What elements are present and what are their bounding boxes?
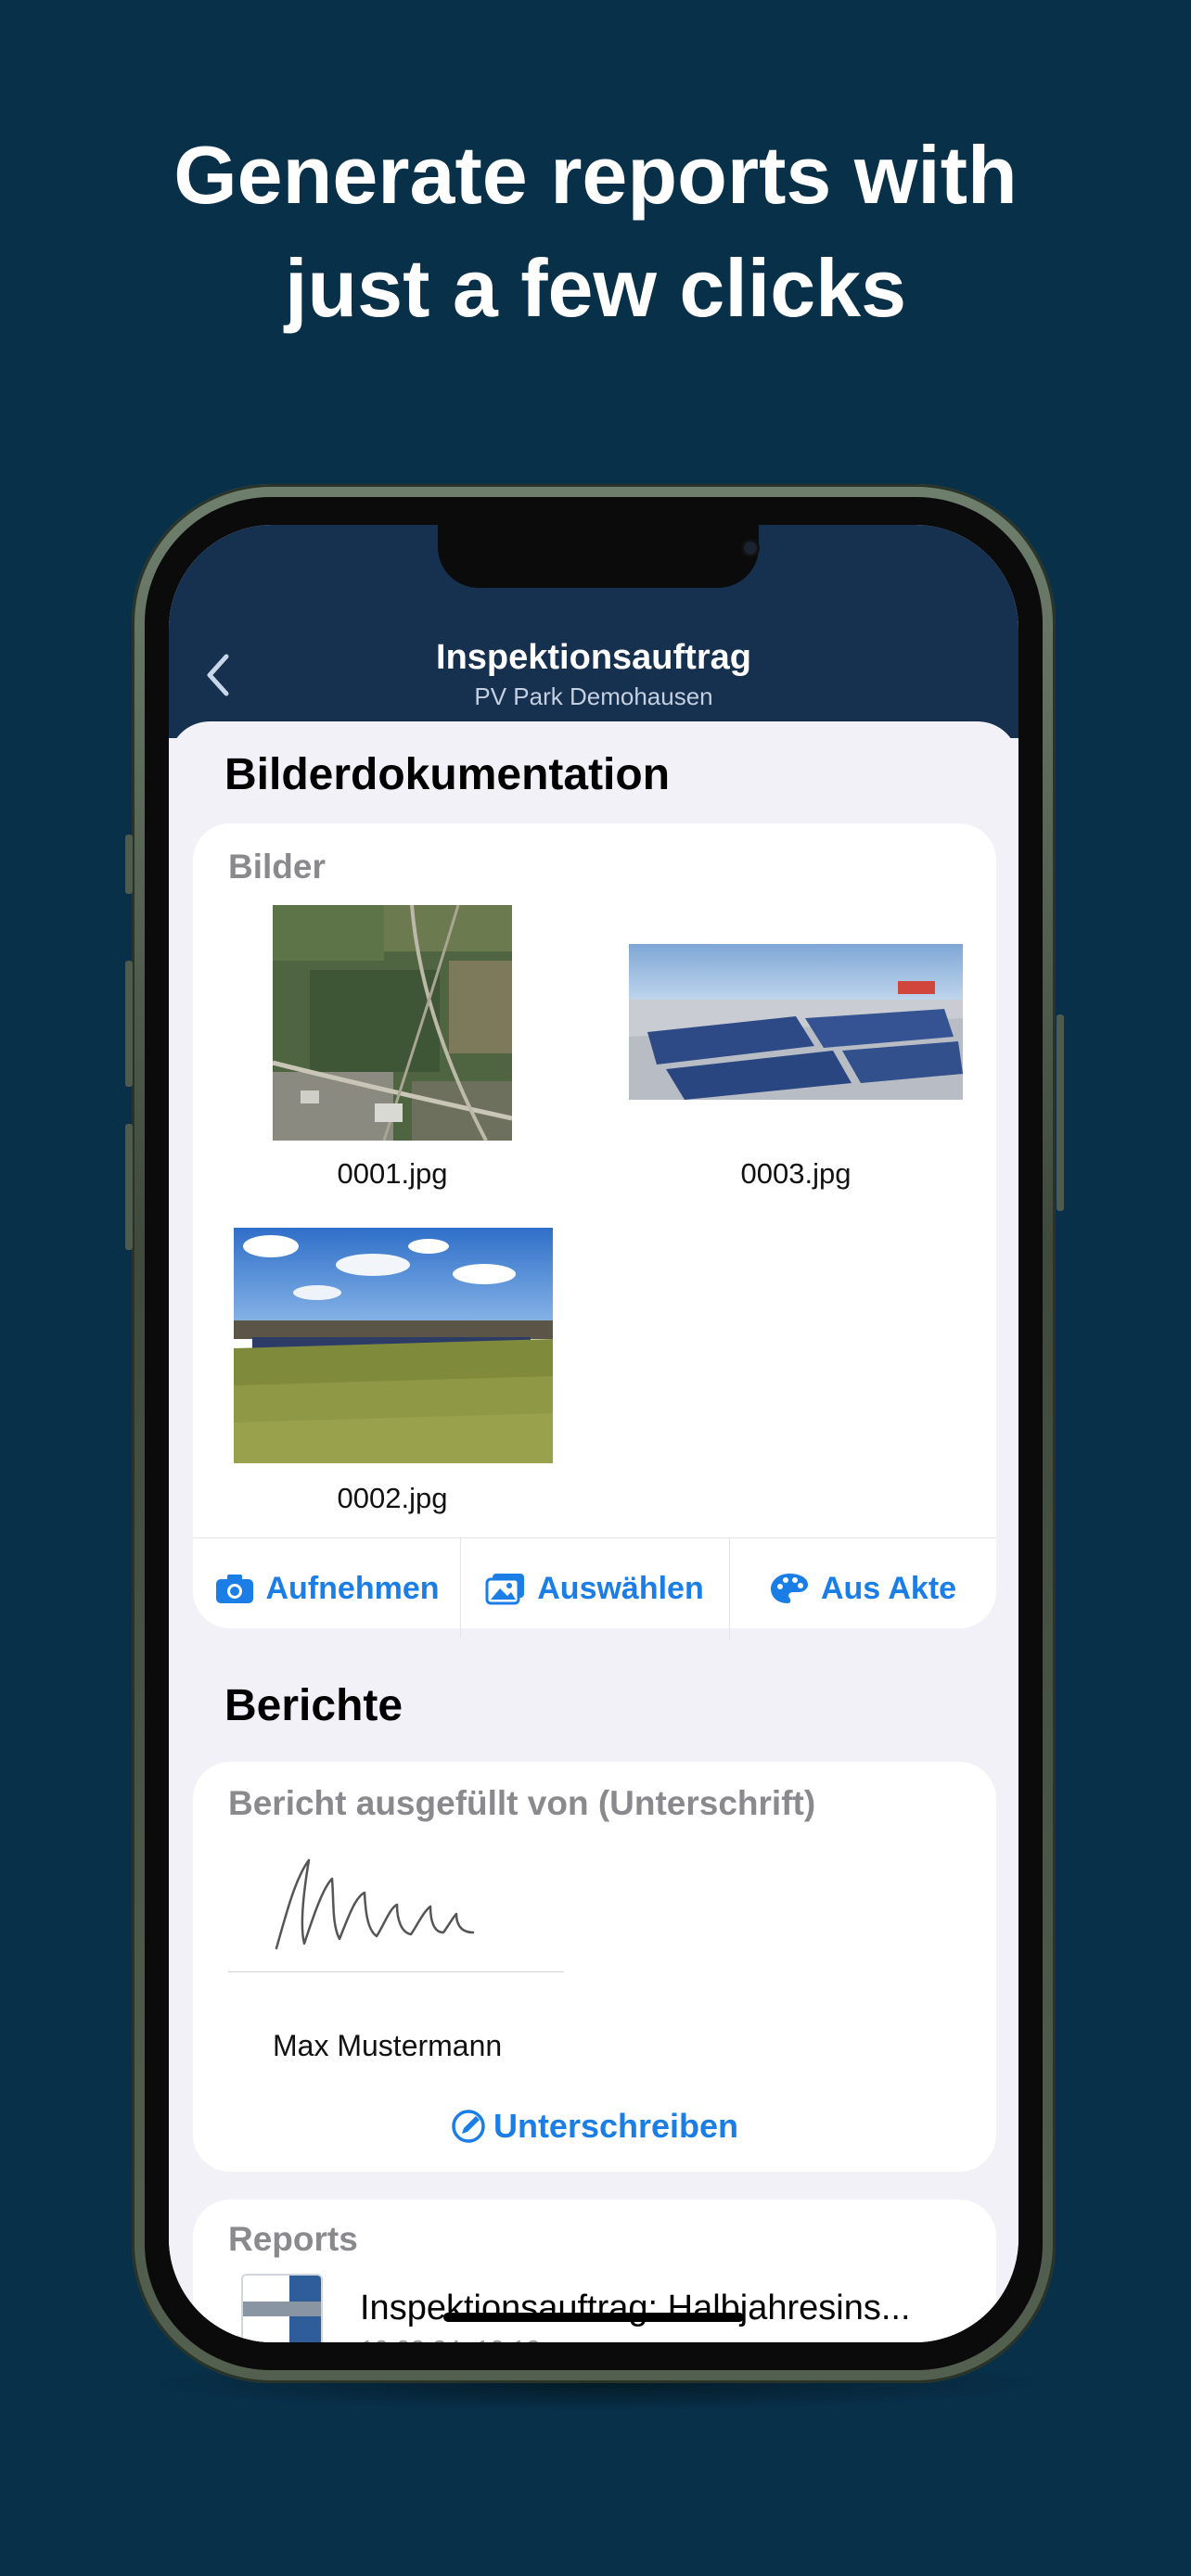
image-thumbnail-0003[interactable] bbox=[629, 944, 963, 1100]
nav-title: Inspektionsauftrag bbox=[436, 638, 751, 677]
from-file-button[interactable]: Aus Akte bbox=[729, 1538, 996, 1639]
nav-subtitle: PV Park Demohausen bbox=[474, 682, 713, 710]
select-photo-label: Auswählen bbox=[537, 1570, 704, 1606]
headline-line-1: Generate reports with bbox=[173, 129, 1018, 221]
report-item-date: 19.02.24, 10:12 bbox=[360, 2335, 541, 2342]
section-title-images: Bilderdokumentation bbox=[224, 750, 671, 799]
sign-button[interactable]: Unterschreiben bbox=[193, 2107, 996, 2146]
notch bbox=[438, 525, 759, 588]
sign-button-label: Unterschreiben bbox=[493, 2107, 739, 2145]
image-filename-0002: 0002.jpg bbox=[337, 1482, 448, 1514]
navigation-bar: Inspektionsauftrag PV Park Demohausen bbox=[169, 525, 1018, 738]
signature-line bbox=[228, 1971, 564, 1972]
phone-screen: Inspektionsauftrag PV Park Demohausen Bi… bbox=[169, 525, 1018, 2342]
rooftop-solar-photo bbox=[629, 944, 963, 1100]
content-sheet: Bilderdokumentation Bilder 0001.jpg 0003… bbox=[169, 721, 1018, 2342]
image-actions-bar: Aufnehmen Auswählen Aus Akte bbox=[193, 1537, 996, 1639]
images-card: Bilder 0001.jpg 0003.jpg 0002.jpg Aufneh… bbox=[193, 823, 996, 1639]
signer-name: Max Mustermann bbox=[273, 2029, 503, 2062]
report-item-title[interactable]: Inspektionsauftrag: Halbjahresins... bbox=[360, 2289, 911, 2328]
signature-label: Bericht ausgefüllt von (Unterschrift) bbox=[228, 1784, 816, 1822]
phone-volume-up bbox=[125, 961, 133, 1087]
take-photo-button[interactable]: Aufnehmen bbox=[193, 1538, 460, 1639]
from-file-label: Aus Akte bbox=[820, 1570, 957, 1606]
headline-line-2: just a few clicks bbox=[284, 242, 907, 334]
solar-field-photo bbox=[234, 1228, 553, 1463]
reports-label: Reports bbox=[228, 2220, 358, 2258]
signature-card: Bericht ausgefüllt von (Unterschrift) Ma… bbox=[193, 1762, 996, 2172]
aerial-photo bbox=[273, 905, 512, 1141]
palette-icon bbox=[770, 1574, 808, 1603]
image-thumbnail-0001[interactable] bbox=[273, 905, 512, 1141]
signature-image bbox=[275, 1858, 475, 1950]
photo-gallery-icon bbox=[485, 1574, 525, 1605]
phone-volume-down bbox=[125, 1124, 133, 1250]
section-title-reports: Berichte bbox=[224, 1681, 403, 1730]
phone-mute-switch bbox=[125, 835, 133, 894]
pdf-document-icon bbox=[241, 2274, 323, 2342]
home-indicator[interactable] bbox=[443, 2313, 744, 2322]
image-filename-0003: 0003.jpg bbox=[740, 1157, 852, 1190]
image-filename-0001: 0001.jpg bbox=[337, 1157, 448, 1190]
take-photo-label: Aufnehmen bbox=[265, 1570, 440, 1606]
front-camera bbox=[744, 542, 757, 555]
phone-power-button bbox=[1057, 1014, 1064, 1211]
image-thumbnail-0002[interactable] bbox=[234, 1228, 553, 1463]
camera-icon bbox=[215, 1575, 253, 1603]
select-photo-button[interactable]: Auswählen bbox=[460, 1538, 729, 1639]
card-label-images: Bilder bbox=[228, 848, 326, 886]
headline: Generate reports with just a few clicks bbox=[0, 119, 1191, 345]
signature-pen-icon bbox=[452, 2110, 485, 2143]
